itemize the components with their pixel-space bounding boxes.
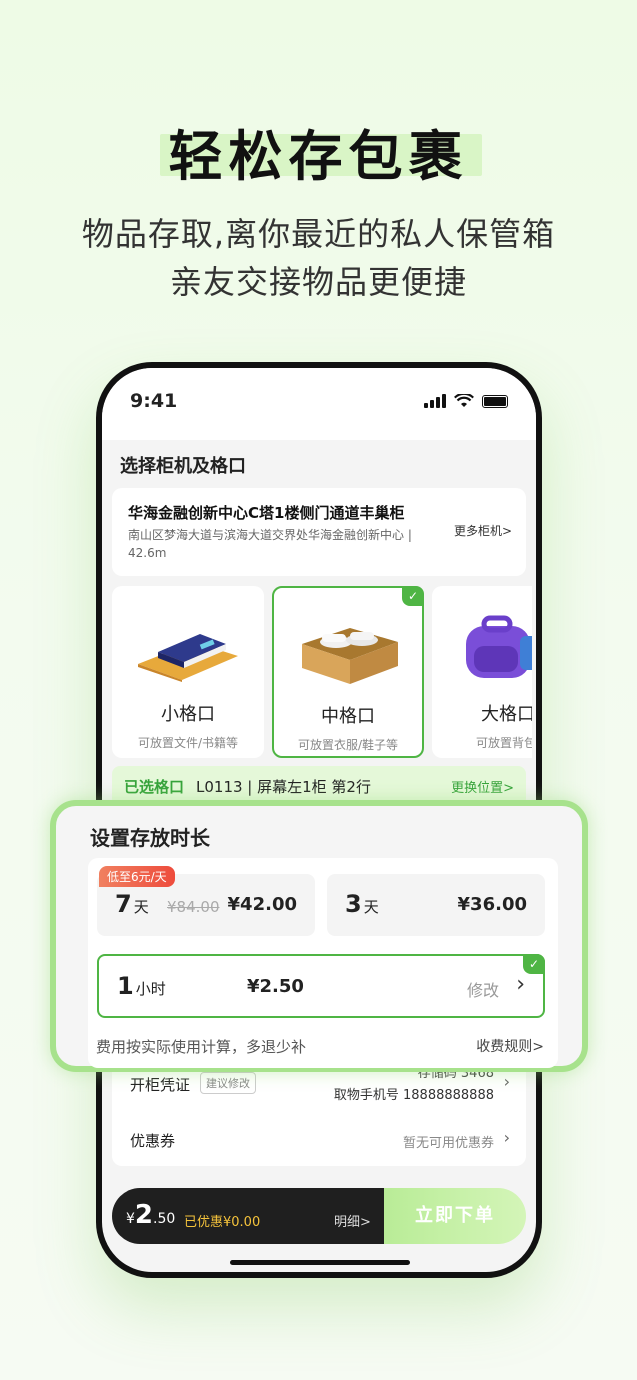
- hero-subtitle-line1: 物品存取,离你最近的私人保管箱: [81, 215, 556, 253]
- battery-icon: [482, 394, 508, 408]
- check-icon: ✓: [523, 954, 545, 974]
- total-price: ¥2.50: [126, 1200, 176, 1230]
- cabinet-address: 南山区梦海大道与滨海大道交界处华海金融创新中心 | 42.6m: [128, 528, 412, 560]
- size-card-medium[interactable]: ✓ 中格口 可放置衣服/鞋子等: [272, 586, 424, 758]
- coupon-label: 优惠券: [130, 1132, 176, 1150]
- hour-num: 1 小时: [117, 972, 166, 1000]
- duration-options: 低至6元/天 7天 ¥84.00 ¥42.00 3天 ¥36.00 ✓ 1 小时 …: [88, 858, 558, 1068]
- hero-title-text: 轻松存包裹: [168, 125, 469, 188]
- detail-link[interactable]: 明细>: [334, 1211, 371, 1230]
- pickup-phone: 取物手机号 18888888888: [333, 1088, 494, 1103]
- size-name: 大格口: [481, 704, 532, 725]
- credential-coupon-card: 开柜凭证 建议修改 存储码 3468 取物手机号 18888888888 › 优…: [112, 1058, 526, 1166]
- cabinet-card[interactable]: 华海金融创新中心C塔1楼侧门通道丰巢柜 南山区梦海大道与滨海大道交界处华海金融创…: [112, 488, 526, 576]
- backpack-icon: [466, 615, 532, 678]
- more-cabinets-link[interactable]: 更多柜机>: [454, 522, 512, 539]
- home-indicator: [230, 1260, 410, 1265]
- duration-num: 3天: [345, 890, 379, 918]
- size-desc: 可放置背包/: [475, 736, 532, 750]
- wifi-icon: [454, 394, 474, 407]
- credential-label: 开柜凭证: [130, 1076, 191, 1094]
- duration-num: 7天: [115, 890, 149, 918]
- duration-price: ¥36.00: [457, 894, 527, 915]
- size-selector: 小格口 可放置文件/书籍等 ✓ 中格口 可放置衣服/鞋子等 大格口 可放置背: [112, 586, 532, 760]
- discount-text: 已优惠¥0.00: [184, 1215, 261, 1230]
- original-price: ¥84.00: [167, 898, 220, 916]
- duration-panel: 设置存放时长 低至6元/天 7天 ¥84.00 ¥42.00 3天 ¥36.00…: [50, 800, 588, 1072]
- cabinet-name: 华海金融创新中心C塔1楼侧门通道丰巢柜: [128, 504, 405, 522]
- chevron-right-icon[interactable]: ›: [504, 1072, 510, 1091]
- size-name: 小格口: [161, 704, 215, 725]
- check-icon: ✓: [402, 586, 424, 606]
- fee-rules-link[interactable]: 收费规则>: [476, 1036, 544, 1056]
- section-title: 选择柜机及格口: [120, 456, 246, 477]
- status-bar: 9:41: [102, 368, 536, 440]
- chevron-right-icon[interactable]: ›: [504, 1128, 510, 1147]
- size-desc: 可放置衣服/鞋子等: [297, 738, 399, 752]
- duration-option-hour[interactable]: ✓ 1 小时 ¥2.50 修改 ›: [97, 954, 545, 1018]
- order-summary: ¥2.50 已优惠¥0.00 明细>: [112, 1188, 384, 1244]
- status-time: 9:41: [130, 390, 178, 412]
- size-name: 中格口: [321, 706, 375, 727]
- size-desc: 可放置文件/书籍等: [137, 736, 239, 750]
- hero-title: 轻松存包裹: [0, 112, 637, 191]
- credential-tag: 建议修改: [200, 1072, 256, 1094]
- hero-subtitle: 物品存取,离你最近的私人保管箱 亲友交接物品更便捷: [0, 210, 637, 306]
- order-bar: ¥2.50 已优惠¥0.00 明细> 立即下单: [112, 1188, 526, 1244]
- size-card-small[interactable]: 小格口 可放置文件/书籍等: [112, 586, 264, 758]
- discount-badge: 低至6元/天: [99, 866, 175, 887]
- hour-price: ¥2.50: [247, 976, 304, 997]
- hero-subtitle-line2: 亲友交接物品更便捷: [169, 263, 467, 301]
- selected-slot-value: L0113 | 屏幕左1柜 第2行: [196, 778, 371, 796]
- coupon-value[interactable]: 暂无可用优惠券: [403, 1132, 494, 1151]
- book-icon: [138, 634, 238, 682]
- shoebox-icon: [302, 628, 398, 684]
- status-icons: [424, 394, 508, 408]
- duration-option-3d[interactable]: 3天 ¥36.00: [327, 874, 545, 936]
- duration-option-7d[interactable]: 低至6元/天 7天 ¥84.00 ¥42.00: [97, 866, 315, 936]
- place-order-button[interactable]: 立即下单: [384, 1188, 526, 1244]
- duration-price: ¥42.00: [227, 894, 297, 915]
- signal-icon: [424, 394, 446, 408]
- duration-title: 设置存放时长: [90, 826, 210, 850]
- chevron-right-icon[interactable]: ›: [516, 972, 525, 997]
- selected-slot-label: 已选格口: [124, 778, 185, 796]
- edit-duration-link[interactable]: 修改: [467, 977, 499, 1001]
- size-card-large[interactable]: 大格口 可放置背包/: [432, 586, 532, 758]
- change-location-link[interactable]: 更换位置>: [451, 777, 514, 796]
- fee-note: 费用按实际使用计算，多退少补: [96, 1038, 307, 1056]
